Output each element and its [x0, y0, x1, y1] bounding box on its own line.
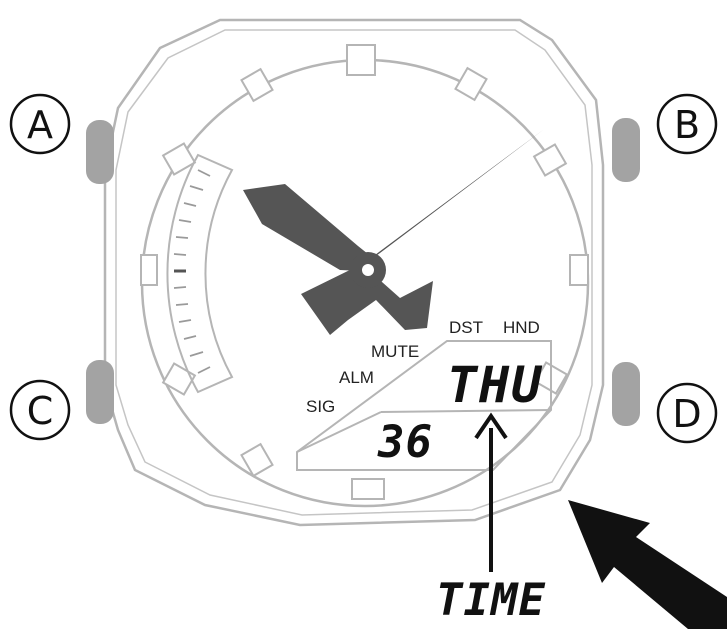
button-d-letter: D [672, 392, 701, 436]
button-a-pusher[interactable] [86, 120, 114, 184]
indicator-dst: DST [449, 318, 483, 337]
button-c-label: C [9, 379, 71, 441]
button-c-letter: C [27, 389, 54, 433]
watch-diagram: A B C D DST HND MUTE ALM SIG THU 36 TIME [9, 18, 727, 629]
button-c-pusher[interactable] [86, 360, 114, 424]
hour-marker-11 [240, 67, 274, 103]
button-d-label: D [656, 382, 718, 444]
hour-marker-6 [351, 478, 385, 500]
hour-marker-12 [346, 44, 376, 76]
button-b-label: B [656, 93, 718, 155]
lcd-panel-inner [296, 411, 382, 453]
button-b-pusher[interactable] [612, 118, 640, 182]
watch-hands [243, 130, 543, 335]
hand-pivot-pin [362, 264, 374, 276]
time-pointer [474, 412, 508, 572]
button-d-pusher[interactable] [612, 362, 640, 426]
hour-marker-9 [140, 254, 158, 286]
left-gauge [166, 153, 234, 394]
button-a-letter: A [27, 103, 53, 147]
left-gauge-frame [166, 153, 234, 394]
crown-direction-arrow [568, 500, 727, 629]
time-caption: TIME [436, 575, 546, 626]
lcd-number: 36 [377, 417, 433, 468]
button-a-label: A [9, 93, 71, 155]
lcd-day: THU [447, 356, 543, 414]
indicator-hnd: HND [503, 318, 540, 337]
hour-marker-2 [532, 143, 568, 177]
hour-marker-3 [569, 254, 589, 286]
hour-marker-1 [454, 66, 488, 102]
button-b-letter: B [674, 103, 700, 147]
indicator-mute: MUTE [371, 342, 419, 361]
indicator-sig: SIG [306, 397, 335, 416]
indicator-alm: ALM [339, 368, 374, 387]
